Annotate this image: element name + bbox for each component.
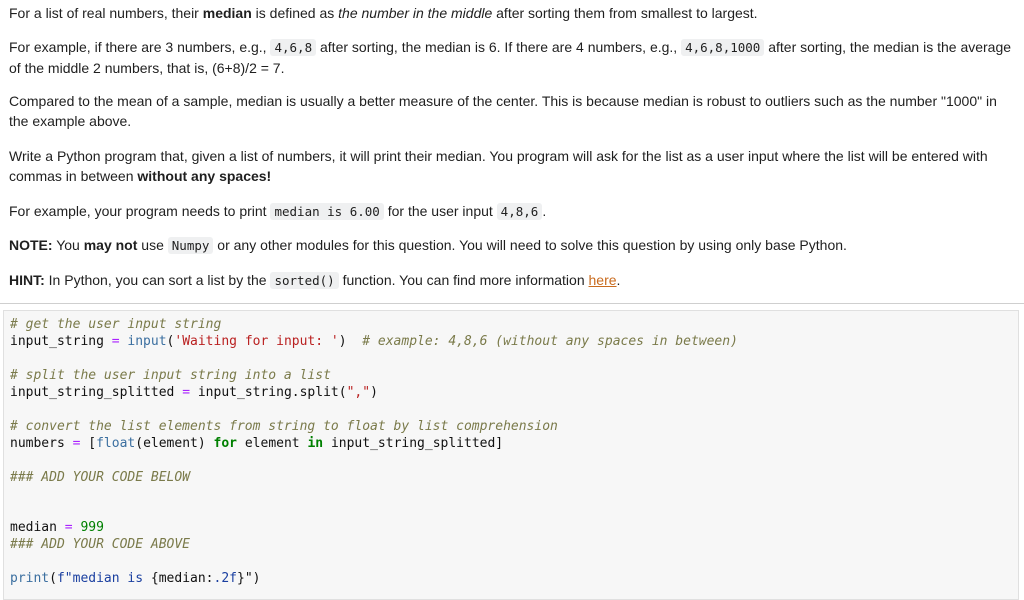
hint: HINT: In Python, you can sort a list by …: [9, 272, 621, 289]
median-definition: For a list of real numbers, their median…: [9, 5, 758, 21]
code-line-7: ### ADD YOUR CODE BELOW: [10, 470, 191, 485]
median-example: For example, if there are 3 numbers, e.g…: [9, 39, 1012, 76]
code-line-2: input_string = input('Waiting for input:…: [10, 334, 738, 349]
code-line-9: ### ADD YOUR CODE ABOVE: [10, 537, 191, 552]
median-vs-mean: Compared to the mean of a sample, median…: [9, 93, 997, 129]
code-line-3: # split the user input string into a lis…: [10, 368, 331, 383]
code-line-6: numbers = [float(element) for element in…: [10, 436, 504, 451]
code-cell[interactable]: # get the user input string input_string…: [3, 310, 1019, 600]
code-line-5: # convert the list elements from string …: [10, 419, 558, 434]
sorted-docs-link[interactable]: here: [589, 272, 617, 288]
output-example: For example, your program needs to print…: [9, 203, 547, 220]
note: NOTE: You may not use Numpy or any other…: [9, 237, 847, 254]
code-line-4: input_string_splitted = input_string.spl…: [10, 385, 378, 400]
code-line-10: print(f"median is {median:.2f}"): [10, 571, 261, 586]
task-description: Write a Python program that, given a lis…: [9, 148, 988, 184]
code-line-8: median = 999: [10, 520, 104, 535]
code-line-1: # get the user input string: [10, 317, 222, 332]
cell-divider: [0, 303, 1024, 304]
